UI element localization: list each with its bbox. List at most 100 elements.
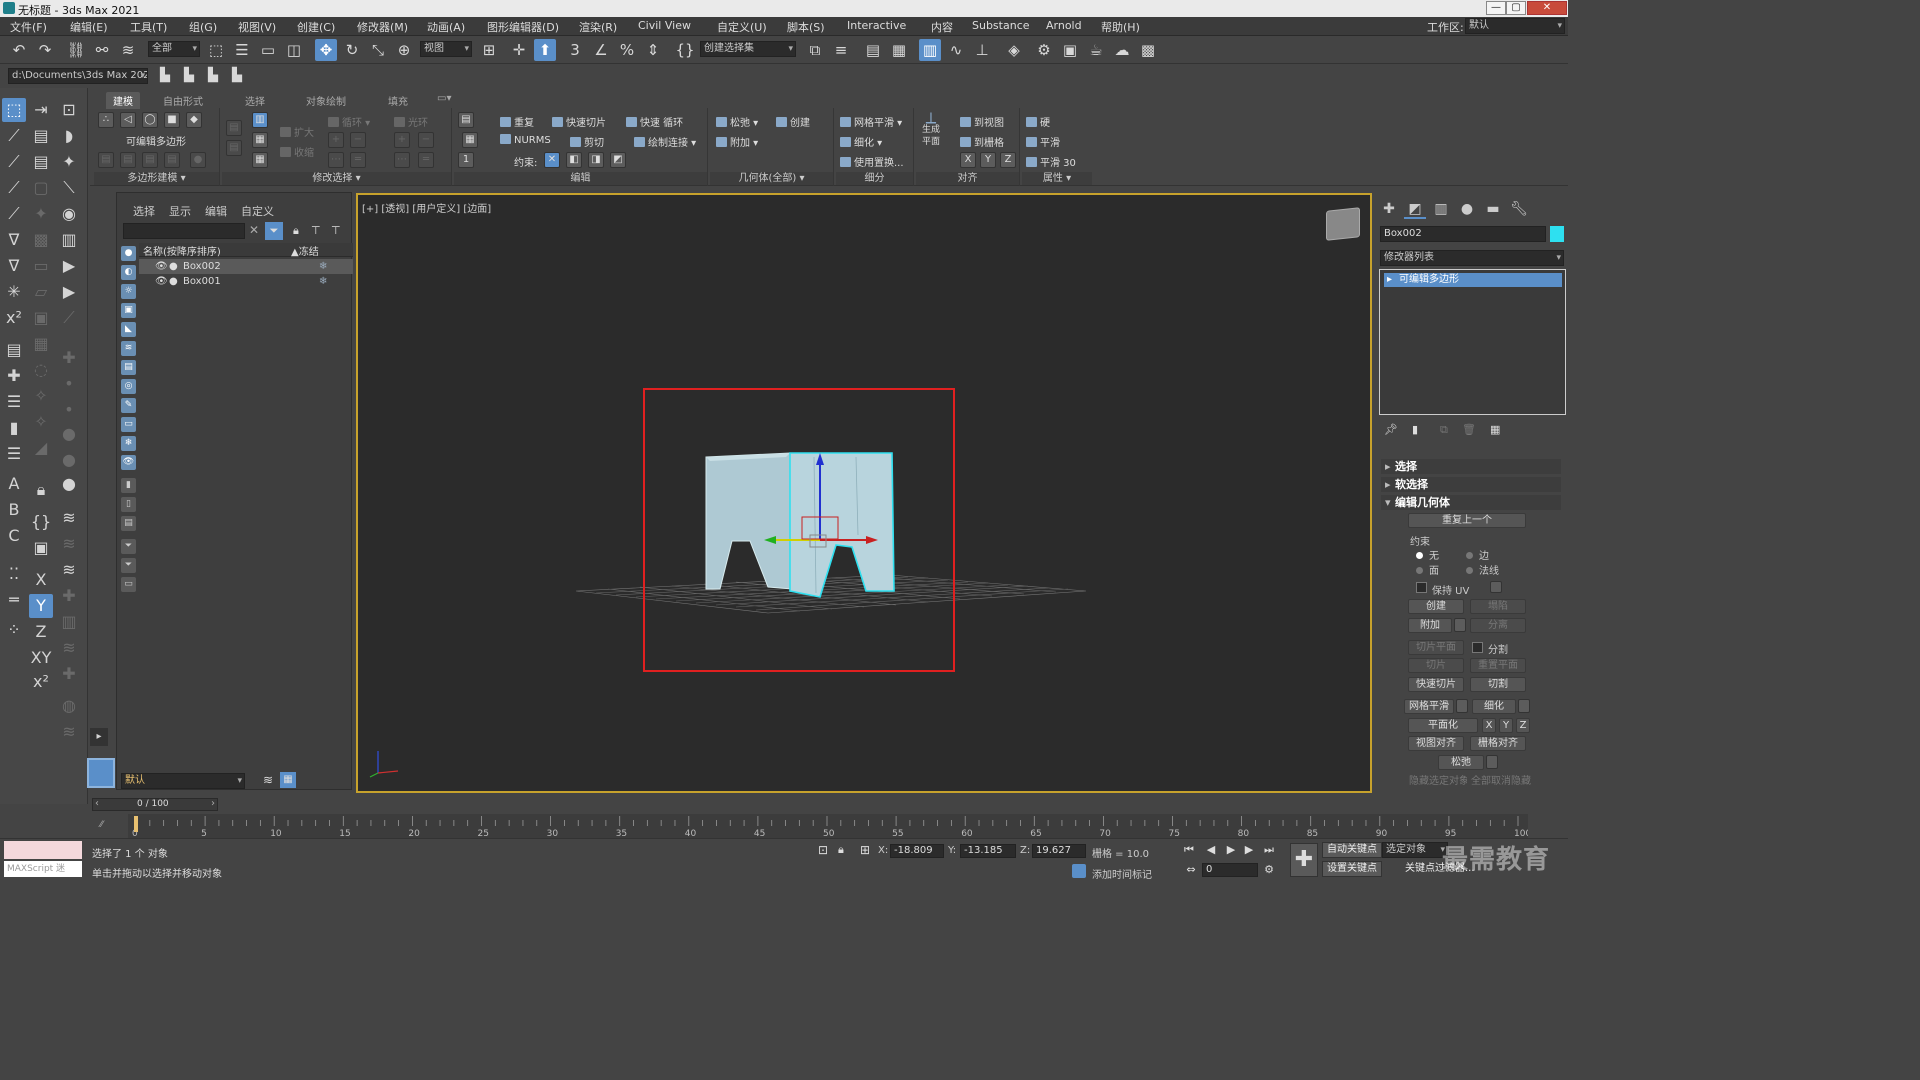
grid-align-button[interactable]: 栅格对齐 bbox=[1470, 736, 1526, 751]
polygon-icon[interactable]: ■ bbox=[164, 112, 180, 128]
goto-start-icon[interactable]: ⏮ bbox=[1182, 843, 1196, 857]
menu-scripting[interactable]: 脚本(S) bbox=[787, 19, 825, 35]
isolate-icon[interactable]: ⊡ bbox=[818, 843, 828, 857]
constraint-none-icon[interactable]: ✕ bbox=[544, 152, 560, 168]
next-frame-icon[interactable]: ▶ bbox=[1242, 843, 1256, 857]
tool-icon[interactable]: ⟋ bbox=[2, 124, 26, 148]
preserve-uv-settings-icon[interactable] bbox=[1490, 581, 1502, 593]
tool-icon[interactable]: ▢ bbox=[29, 176, 53, 200]
rollout-selection[interactable]: 选择 bbox=[1381, 459, 1561, 474]
filter-folder-icon[interactable]: ▭ bbox=[121, 577, 136, 592]
split-checkbox[interactable] bbox=[1472, 642, 1483, 653]
hide-selected-button[interactable]: 隐藏选定对象 bbox=[1408, 774, 1468, 789]
tool-icon[interactable]: B bbox=[2, 498, 26, 522]
menu-animation[interactable]: 动画(A) bbox=[427, 19, 465, 35]
tool-icon[interactable]: ☰ bbox=[2, 442, 26, 466]
planar-x-button[interactable]: X bbox=[1482, 718, 1496, 733]
ring-tool-icon[interactable]: − bbox=[418, 132, 434, 148]
time-tag-icon[interactable] bbox=[1072, 864, 1086, 878]
set-project-folder-icon[interactable]: ▙ bbox=[154, 65, 176, 87]
pin-stack-icon[interactable]: 📌︎ bbox=[1384, 423, 1398, 436]
modifier-tool-icon[interactable]: ▤ bbox=[120, 152, 136, 168]
viewport-scene[interactable] bbox=[358, 195, 1370, 791]
tool-icon[interactable]: ◍ bbox=[57, 694, 81, 718]
constraint-normal-icon[interactable]: ◩ bbox=[610, 152, 626, 168]
table-row[interactable]: 👁︎ ● Box002 ❄ bbox=[139, 259, 353, 274]
tool-icon[interactable]: ▤ bbox=[2, 338, 26, 362]
tool-icon[interactable]: ⟍ bbox=[57, 176, 81, 200]
tool-icon[interactable]: C bbox=[2, 524, 26, 548]
scene-tab-display[interactable]: 显示 bbox=[169, 203, 191, 219]
slice-button[interactable]: 切片 bbox=[1408, 658, 1464, 673]
tool-icon[interactable]: ◗ bbox=[57, 124, 81, 148]
relax-settings-icon[interactable] bbox=[1486, 755, 1498, 769]
scene-tab-customize[interactable]: 自定义 bbox=[241, 203, 274, 219]
loop-tool-icon[interactable]: ═ bbox=[350, 152, 366, 168]
snap-toggle-icon[interactable]: 3 bbox=[564, 39, 586, 61]
edit-tool-icon[interactable]: 1 bbox=[458, 152, 474, 168]
tool-icon[interactable]: ⟋ bbox=[2, 176, 26, 200]
selection-tool-icon[interactable]: ▥ bbox=[252, 112, 268, 128]
tool-icon[interactable]: ✚ bbox=[57, 346, 81, 370]
align-icon[interactable]: ≡ bbox=[830, 39, 852, 61]
axis-y-icon[interactable]: Y bbox=[29, 594, 53, 618]
rollout-soft-selection[interactable]: 软选择 bbox=[1381, 477, 1561, 492]
ring-tool-icon[interactable]: ⋯ bbox=[394, 152, 410, 168]
box002-mesh[interactable] bbox=[789, 452, 895, 598]
tool-icon[interactable]: ▦ bbox=[29, 332, 53, 356]
select-place-icon[interactable]: ⊕ bbox=[393, 39, 415, 61]
create-panel-icon[interactable]: ✚ bbox=[1378, 201, 1400, 219]
render-production-icon[interactable]: ☕ bbox=[1085, 39, 1107, 61]
tool-icon[interactable]: • bbox=[57, 372, 81, 396]
filter-lights-icon[interactable]: ☼ bbox=[121, 284, 136, 299]
selection-tool-icon[interactable]: ▦ bbox=[252, 132, 268, 148]
time-slider-next-icon[interactable]: › bbox=[211, 798, 215, 809]
quickslice-button[interactable]: 快速切片 bbox=[1408, 677, 1464, 692]
tool-icon[interactable]: ▶ bbox=[57, 280, 81, 304]
goto-end-icon[interactable]: ⏭ bbox=[1262, 843, 1276, 857]
filter-funnel-icon[interactable]: ⏷ bbox=[121, 558, 136, 573]
tool-icon[interactable]: ◢ bbox=[29, 436, 53, 460]
auto-key-button[interactable]: 自动关键点 bbox=[1322, 842, 1382, 858]
create-button[interactable]: 创建 bbox=[776, 114, 810, 129]
layers-icon[interactable]: ≋ bbox=[263, 773, 273, 787]
hierarchy-panel-icon[interactable]: ▥ bbox=[1430, 201, 1452, 219]
ribbon-tab-freeform[interactable]: 自由形式 bbox=[156, 92, 210, 109]
workspace-select[interactable]: 默认 bbox=[1465, 18, 1565, 34]
edit-tool-icon[interactable]: ▦ bbox=[462, 132, 478, 148]
undo-icon[interactable]: ↶ bbox=[8, 39, 30, 61]
material-editor-icon[interactable]: ◈ bbox=[1003, 39, 1025, 61]
tool-icon[interactable]: ∇ bbox=[2, 254, 26, 278]
tool-icon[interactable]: ✧ bbox=[29, 410, 53, 434]
tool-icon[interactable]: ▥ bbox=[57, 228, 81, 252]
absolute-mode-icon[interactable]: ⊞ bbox=[860, 843, 870, 857]
align-y-button[interactable]: Y bbox=[980, 152, 996, 168]
key-set-select[interactable]: 选定对象 bbox=[1382, 842, 1448, 858]
relax-button[interactable]: 松弛 bbox=[1438, 755, 1484, 770]
visibility-eye-icon[interactable]: 👁︎ bbox=[155, 274, 168, 289]
save-folder-icon[interactable]: ▙ bbox=[202, 65, 224, 87]
tool-icon[interactable]: ∇ bbox=[2, 228, 26, 252]
ribbon-toggle-icon[interactable]: ▥ bbox=[919, 39, 941, 61]
table-row[interactable]: 👁︎ ● Box001 ❄ bbox=[139, 274, 353, 289]
vertex-icon[interactable]: ∴ bbox=[98, 112, 114, 128]
relax-button[interactable]: 松弛 ▾ bbox=[716, 114, 758, 129]
time-config-icon[interactable]: ⚙ bbox=[1262, 863, 1276, 877]
spinner-snap-icon[interactable]: ⇕ bbox=[642, 39, 664, 61]
scene-tab-select[interactable]: 选择 bbox=[133, 203, 155, 219]
planar-z-button[interactable]: Z bbox=[1516, 718, 1530, 733]
filter-icon[interactable]: ⏷ bbox=[265, 222, 283, 240]
tessellate-button[interactable]: 细化 bbox=[1472, 699, 1516, 714]
tool-icon[interactable]: ▣ bbox=[29, 306, 53, 330]
filter-frozen-icon[interactable]: ❄ bbox=[121, 436, 136, 451]
clear-search-icon[interactable]: ✕ bbox=[249, 223, 259, 237]
filter-geometry-icon[interactable]: ● bbox=[121, 246, 136, 261]
x-coord-input[interactable]: -18.809 bbox=[890, 844, 944, 858]
box001-mesh[interactable] bbox=[705, 452, 793, 590]
selection-tool-icon[interactable]: ▤ bbox=[226, 140, 242, 156]
display-invert-icon[interactable]: ▤ bbox=[121, 516, 136, 531]
tool-icon[interactable]: ✚ bbox=[57, 584, 81, 608]
smooth-button[interactable]: 平滑 bbox=[1026, 134, 1060, 149]
filter-groups-icon[interactable]: ▤ bbox=[121, 360, 136, 375]
percent-snap-icon[interactable]: % bbox=[616, 39, 638, 61]
